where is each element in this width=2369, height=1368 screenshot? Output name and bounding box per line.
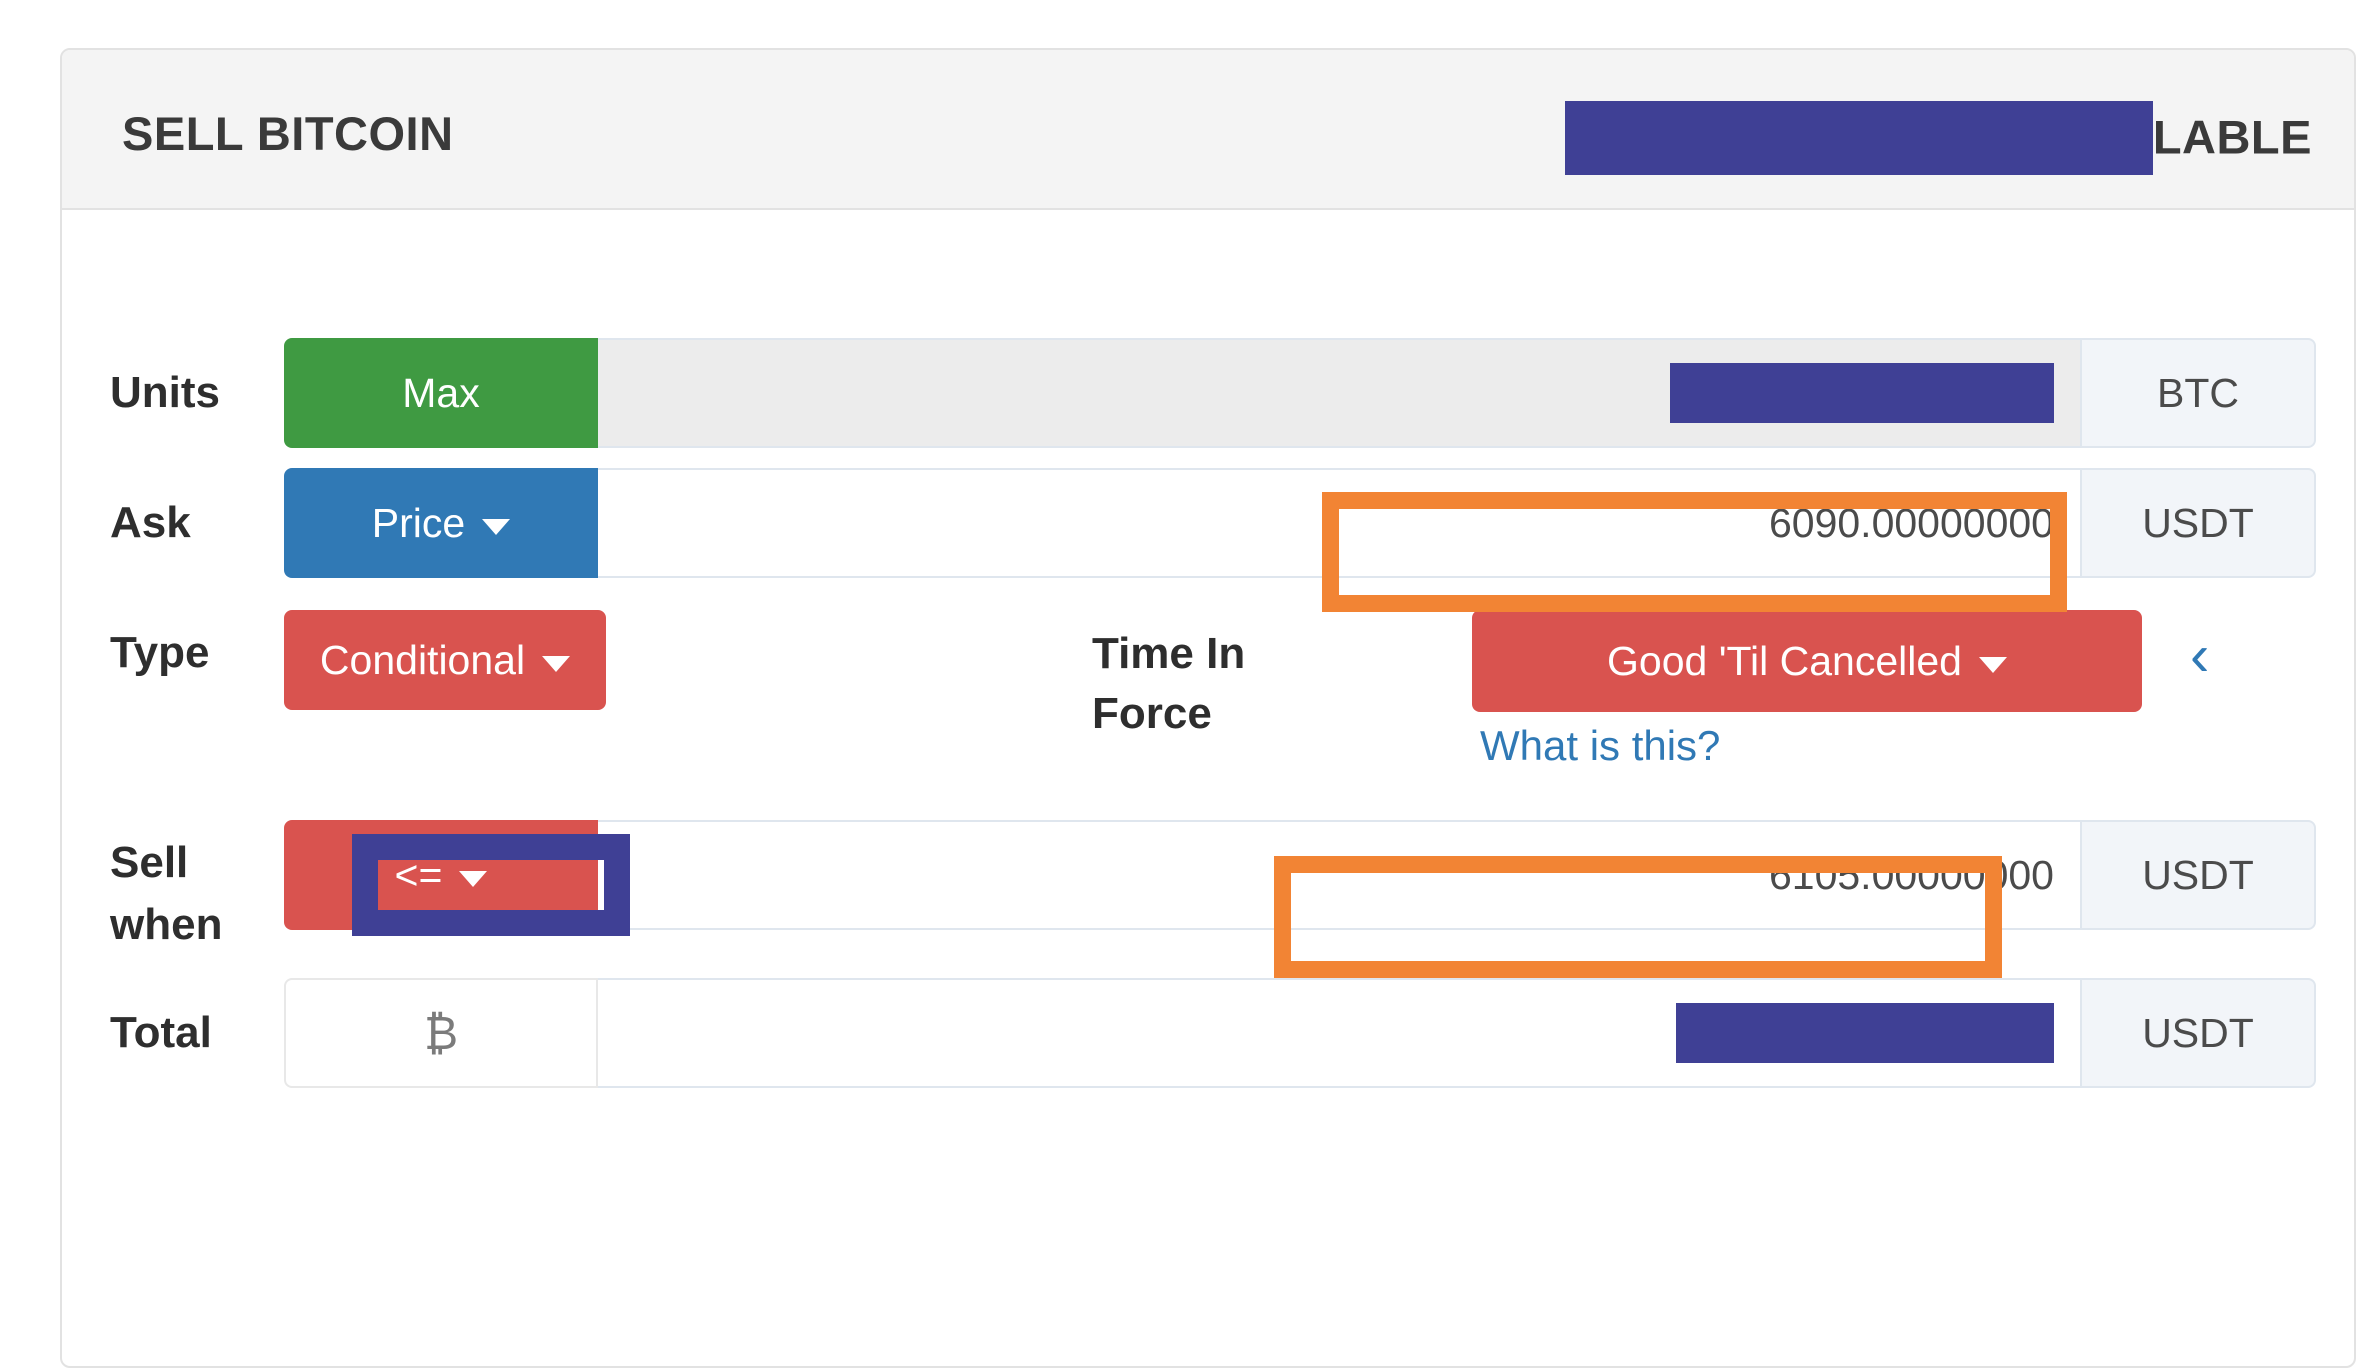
type-row: Type Conditional Time In Force Good 'Til… bbox=[62, 600, 2354, 800]
chevron-down-icon bbox=[482, 519, 511, 535]
ask-currency-addon: USDT bbox=[2080, 468, 2316, 578]
ask-label: Ask bbox=[110, 498, 191, 547]
total-input-group: ₿ USDT bbox=[284, 978, 2316, 1088]
chevron-left-icon[interactable]: ‹ bbox=[2190, 620, 2209, 692]
order-type-dropdown-button[interactable]: Conditional bbox=[284, 610, 606, 710]
ask-input-group: Price 6090.00000000 USDT bbox=[284, 468, 2316, 578]
total-label: Total bbox=[110, 1008, 212, 1057]
sell-when-price-input[interactable]: 6105.00000000 bbox=[598, 820, 2080, 930]
max-button[interactable]: Max bbox=[284, 338, 598, 448]
available-balance-text: LABLE bbox=[2152, 110, 2312, 164]
total-currency-addon: USDT bbox=[2080, 978, 2316, 1088]
units-currency-addon: BTC bbox=[2080, 338, 2316, 448]
chevron-down-icon bbox=[542, 656, 571, 672]
order-type-dropdown-label: Conditional bbox=[319, 636, 526, 683]
time-in-force-dropdown-label: Good 'Til Cancelled bbox=[1607, 637, 1962, 684]
ask-price-dropdown-button[interactable]: Price bbox=[284, 468, 598, 578]
what-is-this-link[interactable]: What is this? bbox=[1480, 722, 1720, 770]
sell-when-currency-addon: USDT bbox=[2080, 820, 2316, 930]
sell-when-label: Sell when bbox=[110, 838, 223, 949]
sell-when-input-group: <= 6105.00000000 USDT bbox=[284, 820, 2316, 930]
bitcoin-symbol-icon: ₿ bbox=[284, 978, 598, 1088]
redaction-block-total bbox=[1676, 1003, 2054, 1063]
time-in-force-dropdown-button[interactable]: Good 'Til Cancelled bbox=[1472, 610, 2142, 712]
chevron-down-icon bbox=[459, 871, 488, 887]
page-title: SELL BITCOIN bbox=[122, 107, 454, 160]
time-in-force-label: Time In Force bbox=[1092, 629, 1246, 738]
type-label: Type bbox=[110, 628, 210, 677]
total-input[interactable] bbox=[598, 978, 2080, 1088]
ask-row: Ask Price 6090.00000000 USDT bbox=[62, 468, 2354, 578]
redaction-block-balance bbox=[1564, 101, 2153, 175]
panel-header: SELL BITCOIN LABLE bbox=[62, 50, 2354, 210]
sell-when-operator-dropdown-button[interactable]: <= bbox=[284, 820, 598, 930]
chevron-down-icon bbox=[1979, 657, 2007, 673]
units-input-group: Max BTC bbox=[284, 338, 2316, 448]
units-row: Units Max BTC bbox=[62, 338, 2354, 448]
units-label: Units bbox=[110, 368, 220, 417]
sell-when-operator-label: <= bbox=[394, 851, 443, 898]
redaction-block-units bbox=[1670, 363, 2054, 423]
ask-price-input[interactable]: 6090.00000000 bbox=[598, 468, 2080, 578]
sell-when-row: Sell when <= 6105.00000000 USDT bbox=[62, 820, 2354, 949]
sell-bitcoin-panel: SELL BITCOIN LABLE Units Max BTC Ask Pri… bbox=[60, 48, 2356, 1368]
ask-price-dropdown-label: Price bbox=[371, 499, 466, 546]
total-row: Total ₿ USDT bbox=[62, 978, 2354, 1088]
units-input[interactable] bbox=[598, 338, 2080, 448]
available-balance-label: LABLE bbox=[1564, 101, 2312, 178]
